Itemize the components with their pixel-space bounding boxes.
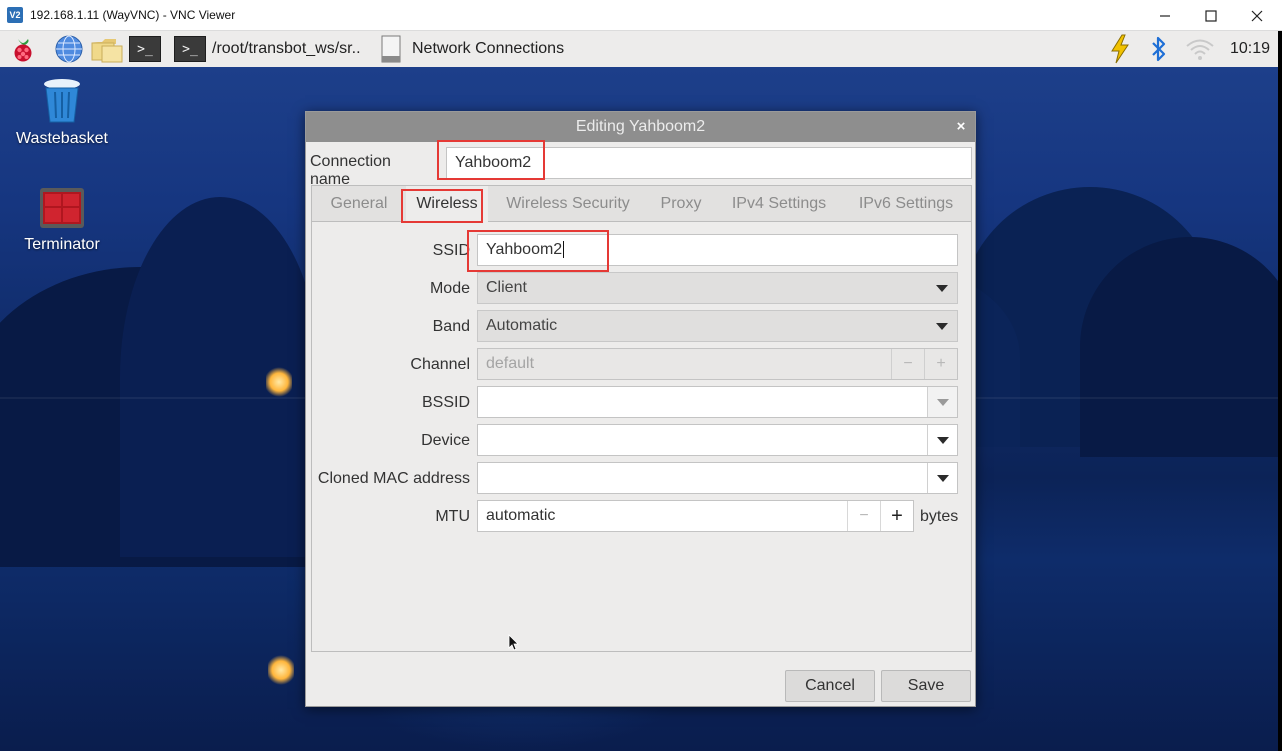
chevron-down-icon[interactable] xyxy=(927,463,957,493)
lantern-light xyxy=(266,367,292,397)
vnc-logo-icon: V2 xyxy=(7,7,23,23)
tab-ipv4-settings[interactable]: IPv4 Settings xyxy=(724,186,834,222)
chevron-down-icon[interactable] xyxy=(927,387,957,417)
connection-name-input[interactable]: Yahboom2 xyxy=(446,147,972,179)
mode-label: Mode xyxy=(429,280,470,297)
channel-spinbox: default − + xyxy=(477,348,958,380)
bluetooth-button[interactable] xyxy=(1148,31,1170,67)
mode-value: Client xyxy=(486,279,527,296)
band-select[interactable]: Automatic xyxy=(477,310,958,342)
power-status-button[interactable] xyxy=(1108,31,1132,67)
chevron-down-icon xyxy=(927,311,957,341)
mtu-spinbox[interactable]: automatic − + xyxy=(477,500,914,532)
raspberry-menu-button[interactable] xyxy=(8,31,38,67)
wifi-button[interactable] xyxy=(1184,31,1216,67)
mountain-silhouette xyxy=(1080,237,1278,457)
cancel-button[interactable]: Cancel xyxy=(785,670,875,702)
taskbar-item-terminal[interactable]: >_ /root/transbot_ws/sr.. xyxy=(174,31,361,67)
terminal-icon: >_ xyxy=(129,36,161,62)
ssid-label: SSID xyxy=(432,242,470,259)
tab-ipv6-settings[interactable]: IPv6 Settings xyxy=(848,186,964,222)
ssid-value: Yahboom2 xyxy=(486,241,563,258)
vnc-window-title: 192.168.1.11 (WayVNC) - VNC Viewer xyxy=(30,8,236,22)
mtu-increment-button[interactable]: + xyxy=(880,501,913,531)
chevron-down-icon xyxy=(927,273,957,303)
minimize-icon xyxy=(1160,14,1170,17)
wifi-icon xyxy=(1186,39,1214,60)
channel-decrement-button: − xyxy=(891,349,924,379)
document-icon xyxy=(381,35,401,63)
tab-wireless-security[interactable]: Wireless Security xyxy=(498,186,638,222)
settings-notebook: General Wireless Wireless Security Proxy… xyxy=(311,185,972,652)
folder-icon xyxy=(91,39,123,63)
dialog-title: Editing Yahboom2 xyxy=(575,118,706,135)
channel-label: Channel xyxy=(410,356,470,373)
connection-name-label: Connection name xyxy=(310,153,391,188)
bluetooth-icon xyxy=(1152,36,1166,62)
raspberry-pi-icon xyxy=(14,39,32,62)
device-label: Device xyxy=(421,432,470,449)
tab-general[interactable]: General xyxy=(318,186,400,222)
mtu-value: automatic xyxy=(486,507,556,524)
maximize-button[interactable] xyxy=(1188,0,1234,31)
cloned-mac-combo[interactable] xyxy=(477,462,958,494)
globe-icon xyxy=(55,35,83,63)
terminal-icon: >_ xyxy=(174,36,206,62)
taskbar-item-terminal-label: /root/transbot_ws/sr.. xyxy=(212,40,361,57)
ssid-input[interactable]: Yahboom2 xyxy=(477,234,958,266)
viewer-edge xyxy=(1278,31,1282,751)
device-combo[interactable] xyxy=(477,424,958,456)
terminal-launcher[interactable]: >_ xyxy=(129,31,161,67)
taskbar: >_ >_ /root/transbot_ws/sr.. Network Con… xyxy=(0,31,1282,67)
taskbar-item-network-connections[interactable]: Network Connections xyxy=(380,31,564,67)
file-manager-launcher[interactable] xyxy=(90,31,124,67)
minimize-button[interactable] xyxy=(1142,0,1188,31)
tab-proxy[interactable]: Proxy xyxy=(648,186,714,222)
desktop-icon-wastebasket[interactable]: Wastebasket xyxy=(7,76,117,148)
web-browser-launcher[interactable] xyxy=(54,31,84,67)
dialog-close-button[interactable]: × xyxy=(953,112,969,142)
maximize-icon xyxy=(1205,9,1217,22)
text-cursor xyxy=(563,241,565,258)
bssid-combo[interactable] xyxy=(477,386,958,418)
bssid-label: BSSID xyxy=(421,394,470,411)
mtu-decrement-button[interactable]: − xyxy=(847,501,880,531)
lantern-reflection xyxy=(268,655,294,685)
channel-value: default xyxy=(486,355,535,372)
desktop-icon-label: Wastebasket xyxy=(16,130,108,147)
band-value: Automatic xyxy=(486,317,558,334)
desktop-icon-label: Terminator xyxy=(24,236,100,253)
close-window-button[interactable] xyxy=(1234,0,1280,31)
tab-wireless[interactable]: Wireless xyxy=(406,186,488,223)
band-label: Band xyxy=(432,318,470,335)
mtu-unit-label: bytes xyxy=(920,508,959,525)
mtu-label: MTU xyxy=(435,508,470,525)
chevron-down-icon[interactable] xyxy=(927,425,957,455)
tab-bar: General Wireless Wireless Security Proxy… xyxy=(312,186,971,223)
edit-connection-dialog: Editing Yahboom2 × Connection name Yahbo… xyxy=(305,111,976,707)
mouse-pointer-icon xyxy=(508,634,519,651)
lightning-icon xyxy=(1111,34,1129,64)
dialog-titlebar[interactable]: Editing Yahboom2 × xyxy=(306,112,975,142)
save-button[interactable]: Save xyxy=(881,670,971,702)
terminator-icon xyxy=(40,188,84,228)
clock[interactable]: 10:19 xyxy=(1230,40,1270,58)
mode-select[interactable]: Client xyxy=(477,272,958,304)
trash-icon xyxy=(44,79,80,123)
taskbar-item-network-label: Network Connections xyxy=(412,40,565,57)
vnc-titlebar: V2 192.168.1.11 (WayVNC) - VNC Viewer xyxy=(0,0,1282,31)
cloned-mac-label: Cloned MAC address xyxy=(317,470,470,487)
channel-increment-button: + xyxy=(924,349,957,379)
close-icon xyxy=(1251,10,1263,21)
desktop-icon-terminator[interactable]: Terminator xyxy=(7,186,117,254)
